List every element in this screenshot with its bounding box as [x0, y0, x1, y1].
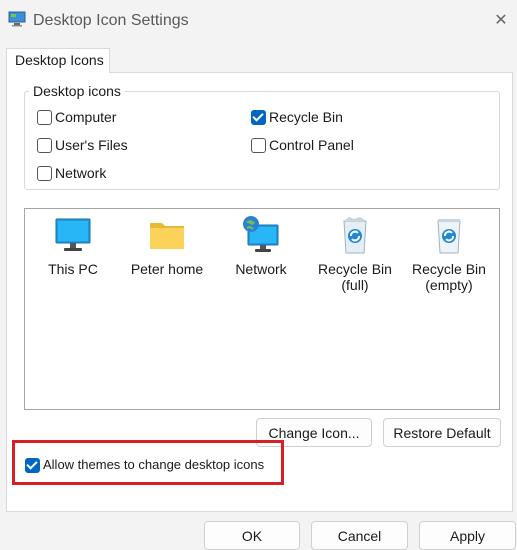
icon-label-line2: (empty)	[425, 277, 473, 293]
ok-button[interactable]: OK	[204, 521, 300, 550]
icon-item-recycle-bin-full[interactable]: Recycle Bin (full)	[309, 215, 401, 293]
folder-icon	[150, 223, 184, 249]
recycle-bin-label: Recycle Bin	[269, 109, 343, 125]
icon-label: Network	[235, 261, 287, 277]
icon-item-peter-home[interactable]: Peter home	[121, 215, 213, 277]
icon-label-line1: Recycle Bin	[412, 261, 486, 277]
icon-item-network[interactable]: Network	[215, 215, 307, 277]
close-icon: ✕	[494, 12, 508, 29]
users-files-label: User's Files	[55, 137, 128, 153]
recycle-bin-empty-icon	[437, 219, 461, 254]
icon-list[interactable]: This PC Peter home Network Recycle Bin (…	[24, 208, 500, 410]
desktop-settings-icon	[8, 11, 26, 27]
recycle-bin-full-icon	[343, 217, 367, 254]
icon-label-line1: Recycle Bin	[318, 261, 392, 277]
icon-label: This PC	[48, 261, 98, 277]
icon-label: Recycle Bin (full)	[309, 261, 401, 293]
tab-label: Desktop Icons	[15, 52, 104, 68]
network-icon	[243, 216, 279, 252]
users-files-checkbox[interactable]	[37, 138, 52, 153]
recycle-bin-checkbox[interactable]	[251, 110, 266, 125]
network-label: Network	[55, 165, 107, 181]
control-panel-checkbox[interactable]	[251, 138, 266, 153]
computer-label: Computer	[55, 109, 117, 125]
network-checkbox[interactable]	[37, 166, 52, 181]
icon-item-this-pc[interactable]: This PC	[27, 215, 119, 277]
icon-label: Peter home	[130, 261, 204, 277]
cancel-button[interactable]: Cancel	[311, 521, 408, 550]
restore-default-button[interactable]: Restore Default	[383, 418, 501, 447]
icon-label-line2: (full)	[341, 277, 369, 293]
window-title: Desktop Icon Settings	[33, 12, 189, 29]
close-button[interactable]: ✕	[489, 9, 513, 33]
group-label: Desktop icons	[29, 83, 125, 99]
tab-desktop-icons[interactable]: Desktop Icons	[6, 48, 110, 73]
monitor-icon	[55, 218, 91, 251]
annotation-highlight-box	[12, 440, 284, 485]
icon-item-recycle-bin-empty[interactable]: Recycle Bin (empty)	[403, 215, 495, 293]
computer-checkbox[interactable]	[37, 110, 52, 125]
apply-button[interactable]: Apply	[419, 521, 516, 550]
control-panel-label: Control Panel	[269, 137, 354, 153]
icon-label: Recycle Bin (empty)	[403, 261, 495, 293]
